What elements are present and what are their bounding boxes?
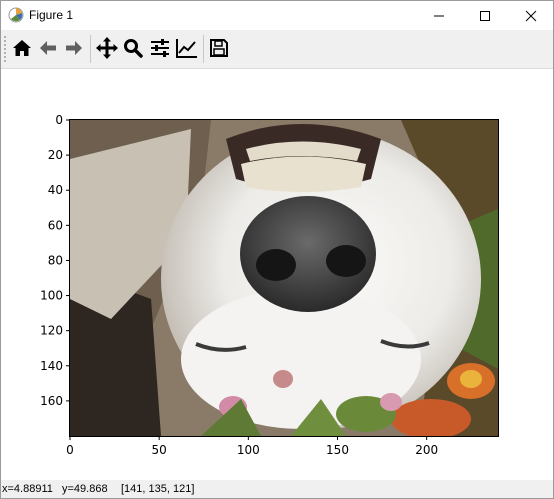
arrow-right-icon — [66, 41, 82, 55]
y-tick-label: 80 — [48, 253, 63, 267]
cursor-y-readout: y=49.868 — [62, 483, 108, 495]
cursor-x-readout: x=4.88911 — [2, 483, 53, 495]
axes-button[interactable] — [175, 36, 199, 60]
toolbar-separator — [203, 35, 204, 63]
y-tick-label: 20 — [48, 148, 63, 162]
window-title: Figure 1 — [29, 8, 74, 22]
figure-window: Figure 1 0 20 40 60 80 100 120 140 160 0… — [0, 0, 554, 499]
y-tick-label: 40 — [48, 183, 63, 197]
y-tick-label: 120 — [40, 324, 63, 338]
minimize-button[interactable] — [416, 1, 462, 30]
x-tick-label: 200 — [415, 443, 438, 457]
figure-canvas[interactable]: 0 20 40 60 80 100 120 140 160 0 50 100 150 200 — [1, 69, 553, 480]
status-bar: x=4.88911 y=49.868 [141, 135, 121] — [1, 480, 553, 498]
plot-image[interactable] — [70, 120, 498, 439]
minimize-icon — [434, 15, 444, 16]
magnifier-icon — [124, 39, 143, 58]
forward-button[interactable] — [62, 36, 86, 60]
matplotlib-icon — [8, 7, 24, 23]
x-tick-label: 150 — [326, 443, 349, 457]
move-icon — [96, 37, 118, 59]
y-tick-label: 0 — [55, 113, 63, 127]
pan-button[interactable] — [95, 36, 119, 60]
sliders-icon — [151, 39, 169, 57]
x-tick-label: 100 — [237, 443, 260, 457]
subplots-button[interactable] — [148, 36, 172, 60]
save-button[interactable] — [207, 36, 231, 60]
plot-svg: 0 20 40 60 80 100 120 140 160 0 50 100 150 200 — [40, 113, 499, 457]
line-chart-icon — [176, 39, 197, 58]
toolbar-separator — [90, 35, 91, 63]
maximize-icon — [480, 10, 490, 21]
y-tick-label: 160 — [40, 394, 63, 408]
arrow-left-icon — [40, 41, 56, 55]
maximize-button[interactable] — [462, 1, 508, 30]
y-tick-label: 100 — [40, 289, 63, 303]
pixel-value-readout: [141, 135, 121] — [121, 483, 195, 495]
x-tick-label: 0 — [66, 443, 74, 457]
toolbar-grip[interactable] — [4, 36, 8, 62]
navigation-toolbar — [1, 30, 553, 69]
home-button[interactable] — [10, 36, 34, 60]
y-tick-label: 60 — [48, 218, 63, 232]
y-tick-label: 140 — [40, 359, 63, 373]
floppy-disk-icon — [210, 39, 228, 57]
close-button[interactable] — [508, 1, 553, 30]
back-button[interactable] — [36, 36, 60, 60]
home-icon — [13, 40, 31, 56]
title-bar[interactable]: Figure 1 — [1, 1, 553, 30]
close-icon — [525, 10, 537, 21]
x-tick-label: 50 — [152, 443, 167, 457]
zoom-button[interactable] — [121, 36, 145, 60]
